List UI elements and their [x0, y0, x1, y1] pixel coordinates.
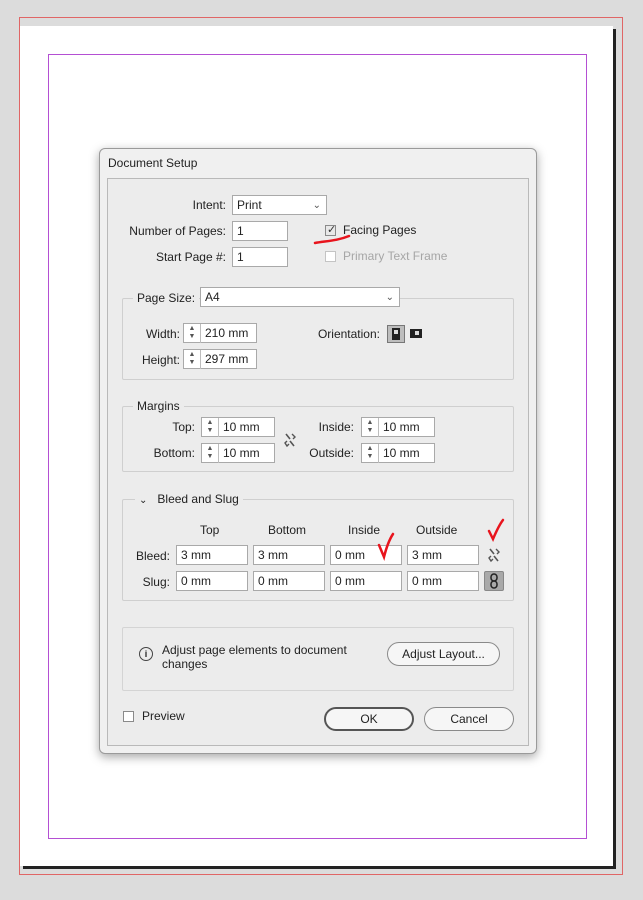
annotation-check-mark	[377, 532, 395, 561]
slug-bottom-input[interactable]: 0 mm	[253, 571, 325, 591]
margin-outside-stepper[interactable]: ▲ ▼ 10 mm	[361, 443, 435, 463]
start-page-label: Start Page #:	[155, 250, 226, 264]
margin-top-value: 10 mm	[223, 420, 260, 434]
landscape-icon	[410, 329, 422, 338]
margin-outside-value: 10 mm	[383, 446, 420, 460]
bleed-slug-header[interactable]: ⌄ Bleed and Slug	[135, 492, 243, 506]
slug-link-button[interactable]	[484, 571, 504, 591]
preview-checkbox[interactable]	[123, 711, 134, 722]
width-value: 210 mm	[205, 326, 249, 340]
stepper-arrows-icon[interactable]: ▲ ▼	[362, 418, 379, 437]
number-of-pages-label: Number of Pages:	[129, 224, 226, 238]
page-size-label: Page Size:	[133, 291, 200, 305]
cancel-button[interactable]: Cancel	[424, 707, 514, 731]
slug-outside-input[interactable]: 0 mm	[407, 571, 479, 591]
landscape-orientation-button[interactable]	[408, 325, 426, 343]
bleed-top-input[interactable]: 3 mm	[176, 545, 248, 565]
stepper-arrows-icon[interactable]: ▲ ▼	[184, 350, 201, 369]
stepper-arrows-icon[interactable]: ▲ ▼	[202, 418, 219, 437]
dialog-title: Document Setup	[108, 156, 198, 170]
slug-label: Slug:	[142, 575, 170, 589]
margins-group	[122, 406, 514, 472]
height-value: 297 mm	[205, 352, 249, 366]
slug-top-input[interactable]: 0 mm	[176, 571, 248, 591]
stepper-arrows-icon[interactable]: ▲ ▼	[184, 324, 201, 343]
dialog-content: Intent: Print ⌄ Number of Pages: 1 Start…	[107, 178, 529, 746]
page-size-value: A4	[205, 290, 220, 304]
width-stepper[interactable]: ▲ ▼ 210 mm	[183, 323, 257, 343]
chain-link-icon	[490, 573, 498, 589]
margin-inside-value: 10 mm	[383, 420, 420, 434]
margin-bottom-stepper[interactable]: ▲ ▼ 10 mm	[201, 443, 275, 463]
height-label: Height:	[141, 353, 180, 367]
margin-bottom-value: 10 mm	[223, 446, 260, 460]
bleed-outside-input[interactable]: 3 mm	[407, 545, 479, 565]
margin-inside-stepper[interactable]: ▲ ▼ 10 mm	[361, 417, 435, 437]
adjust-layout-text-line2: changes	[162, 657, 208, 671]
primary-text-frame-label: Primary Text Frame	[343, 249, 448, 263]
primary-text-frame-checkbox[interactable]	[325, 251, 336, 262]
margin-outside-label: Outside:	[309, 446, 354, 460]
column-header-outside: Outside	[416, 523, 458, 537]
info-icon: i	[139, 647, 153, 661]
margin-top-stepper[interactable]: ▲ ▼ 10 mm	[201, 417, 275, 437]
intent-label: Intent:	[192, 198, 226, 212]
stepper-arrows-icon[interactable]: ▲ ▼	[202, 444, 219, 463]
chevron-down-icon: ⌄	[385, 292, 394, 303]
margin-bottom-label: Bottom:	[153, 446, 195, 460]
stepper-arrows-icon[interactable]: ▲ ▼	[362, 444, 379, 463]
orientation-label: Orientation:	[317, 327, 380, 341]
width-label: Width:	[145, 327, 180, 341]
bleed-slug-label: Bleed and Slug	[157, 492, 239, 506]
preview-label: Preview	[142, 709, 185, 723]
ok-button[interactable]: OK	[324, 707, 414, 731]
chevron-down-icon: ⌄	[312, 200, 321, 211]
annotation-underline-mark	[313, 234, 351, 245]
bleed-bottom-input[interactable]: 3 mm	[253, 545, 325, 565]
margin-inside-label: Inside:	[318, 420, 354, 434]
intent-select[interactable]: Print ⌄	[232, 195, 327, 215]
portrait-orientation-button[interactable]	[387, 325, 405, 343]
facing-pages-label: Facing Pages	[343, 223, 417, 237]
portrait-icon	[392, 328, 400, 340]
margin-top-label: Top:	[172, 420, 195, 434]
document-setup-dialog: Document Setup Intent: Print ⌄ Number of…	[99, 148, 537, 754]
intent-value: Print	[237, 198, 262, 212]
page-size-select[interactable]: A4 ⌄	[200, 287, 400, 307]
margins-label: Margins	[133, 399, 184, 413]
number-of-pages-input[interactable]: 1	[232, 221, 288, 241]
slug-inside-input[interactable]: 0 mm	[330, 571, 402, 591]
bleed-link-icon[interactable]	[487, 547, 501, 566]
adjust-layout-text: Adjust page elements to document changes	[162, 643, 347, 671]
bleed-label: Bleed:	[135, 549, 170, 563]
adjust-layout-button[interactable]: Adjust Layout...	[387, 642, 500, 666]
column-header-top: Top	[200, 523, 220, 537]
start-page-input[interactable]: 1	[232, 247, 288, 267]
chevron-down-icon: ⌄	[139, 495, 148, 506]
height-stepper[interactable]: ▲ ▼ 297 mm	[183, 349, 257, 369]
adjust-layout-text-line1: Adjust page elements to document	[162, 643, 347, 657]
column-header-bottom: Bottom	[268, 523, 307, 537]
annotation-check-mark	[487, 518, 505, 542]
